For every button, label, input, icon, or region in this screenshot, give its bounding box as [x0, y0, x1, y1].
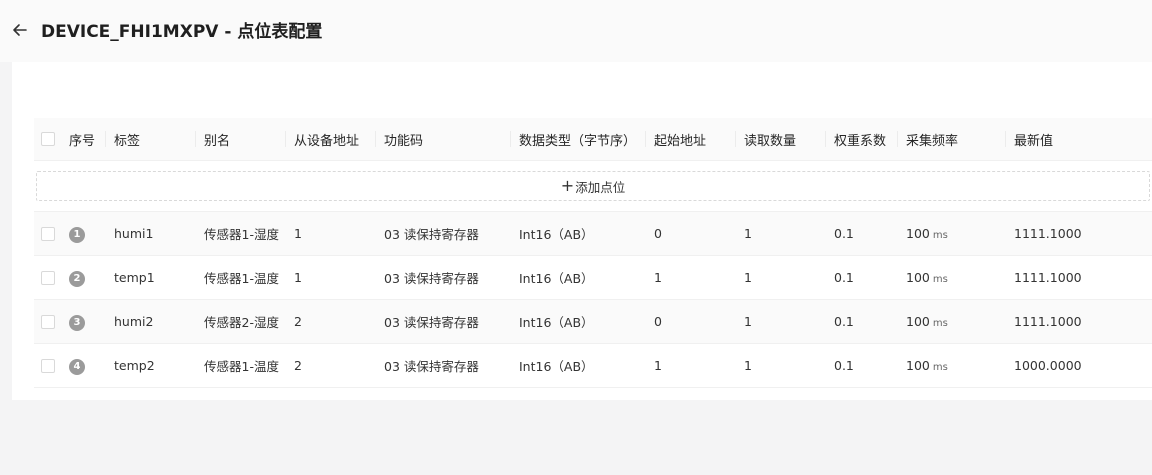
cell-tag: temp2: [105, 343, 195, 388]
freq-unit: ms: [932, 362, 948, 373]
cell-func: 03 读保持寄存器: [375, 211, 510, 256]
page-title: DEVICE_FHI1MXPV - 点位表配置: [41, 22, 323, 42]
row-index-badge: 3: [69, 314, 85, 331]
add-row: + 添加点位: [34, 160, 1152, 212]
cell-start: 1: [645, 255, 735, 300]
freq-unit: ms: [932, 274, 948, 285]
row-checkbox[interactable]: [34, 343, 60, 388]
cell-start: 1: [645, 343, 735, 388]
col-header: 标签: [105, 118, 195, 161]
table-row[interactable]: 4 temp2 传感器1-温度 2 03 读保持寄存器 Int16（AB） 1 …: [34, 343, 1152, 388]
cell-start: 0: [645, 211, 735, 256]
cell-weight: 0.1: [825, 211, 897, 256]
cell-slave: 1: [285, 255, 375, 300]
col-header: 序号: [60, 118, 105, 161]
cell-value: 1111.1000: [1005, 255, 1152, 300]
points-table: 序号 标签 别名 从设备地址 功能码 数据类型（字节序） 起始地址 读取数量 权…: [34, 118, 1152, 388]
col-header: 权重系数: [825, 118, 897, 161]
add-point-button[interactable]: + 添加点位: [36, 171, 1150, 201]
cell-weight: 0.1: [825, 299, 897, 344]
points-card: 序号 标签 别名 从设备地址 功能码 数据类型（字节序） 起始地址 读取数量 权…: [12, 62, 1152, 400]
row-index-badge: 2: [69, 270, 85, 287]
col-header: 最新值: [1005, 118, 1152, 161]
cell-dtype: Int16（AB）: [510, 255, 645, 300]
cell-func: 03 读保持寄存器: [375, 343, 510, 388]
cell-start: 0: [645, 299, 735, 344]
cell-alias: 传感器1-温度: [195, 255, 285, 300]
col-header: 别名: [195, 118, 285, 161]
select-all-checkbox[interactable]: [34, 118, 60, 161]
cell-count: 1: [735, 299, 825, 344]
col-header: 数据类型（字节序）: [510, 118, 645, 161]
cell-freq: 100 ms: [897, 299, 1005, 344]
freq-unit: ms: [932, 230, 948, 241]
arrow-left-icon[interactable]: [10, 20, 30, 40]
cell-freq: 100 ms: [897, 343, 1005, 388]
cell-tag: humi2: [105, 299, 195, 344]
cell-freq: 100 ms: [897, 211, 1005, 256]
cell-count: 1: [735, 255, 825, 300]
plus-icon: +: [560, 176, 575, 195]
cell-value: 1111.1000: [1005, 299, 1152, 344]
cell-slave: 1: [285, 211, 375, 256]
table-row[interactable]: 2 temp1 传感器1-温度 1 03 读保持寄存器 Int16（AB） 1 …: [34, 255, 1152, 300]
row-checkbox[interactable]: [34, 211, 60, 256]
row-checkbox[interactable]: [34, 255, 60, 300]
cell-dtype: Int16（AB）: [510, 211, 645, 256]
cell-alias: 传感器2-湿度: [195, 299, 285, 344]
cell-func: 03 读保持寄存器: [375, 255, 510, 300]
cell-weight: 0.1: [825, 343, 897, 388]
cell-dtype: Int16（AB）: [510, 343, 645, 388]
row-index-badge: 1: [69, 226, 85, 243]
cell-weight: 0.1: [825, 255, 897, 300]
cell-slave: 2: [285, 299, 375, 344]
page-header: DEVICE_FHI1MXPV - 点位表配置: [0, 0, 1152, 62]
table-header-row: 序号 标签 别名 从设备地址 功能码 数据类型（字节序） 起始地址 读取数量 权…: [34, 118, 1152, 161]
table-row[interactable]: 3 humi2 传感器2-湿度 2 03 读保持寄存器 Int16（AB） 0 …: [34, 299, 1152, 344]
cell-freq: 100 ms: [897, 255, 1005, 300]
cell-value: 1111.1000: [1005, 211, 1152, 256]
row-index-badge: 4: [69, 358, 85, 375]
cell-func: 03 读保持寄存器: [375, 299, 510, 344]
cell-value: 1000.0000: [1005, 343, 1152, 388]
row-checkbox[interactable]: [34, 299, 60, 344]
table-row[interactable]: 1 humi1 传感器1-湿度 1 03 读保持寄存器 Int16（AB） 0 …: [34, 211, 1152, 256]
cell-count: 1: [735, 211, 825, 256]
cell-tag: temp1: [105, 255, 195, 300]
cell-alias: 传感器1-湿度: [195, 211, 285, 256]
col-header: 功能码: [375, 118, 510, 161]
freq-unit: ms: [932, 318, 948, 329]
cell-tag: humi1: [105, 211, 195, 256]
cell-alias: 传感器1-温度: [195, 343, 285, 388]
cell-slave: 2: [285, 343, 375, 388]
col-header: 从设备地址: [285, 118, 375, 161]
col-header: 读取数量: [735, 118, 825, 161]
col-header: 起始地址: [645, 118, 735, 161]
cell-count: 1: [735, 343, 825, 388]
cell-dtype: Int16（AB）: [510, 299, 645, 344]
add-point-label: 添加点位: [575, 179, 626, 195]
col-header: 采集频率: [897, 118, 1005, 161]
